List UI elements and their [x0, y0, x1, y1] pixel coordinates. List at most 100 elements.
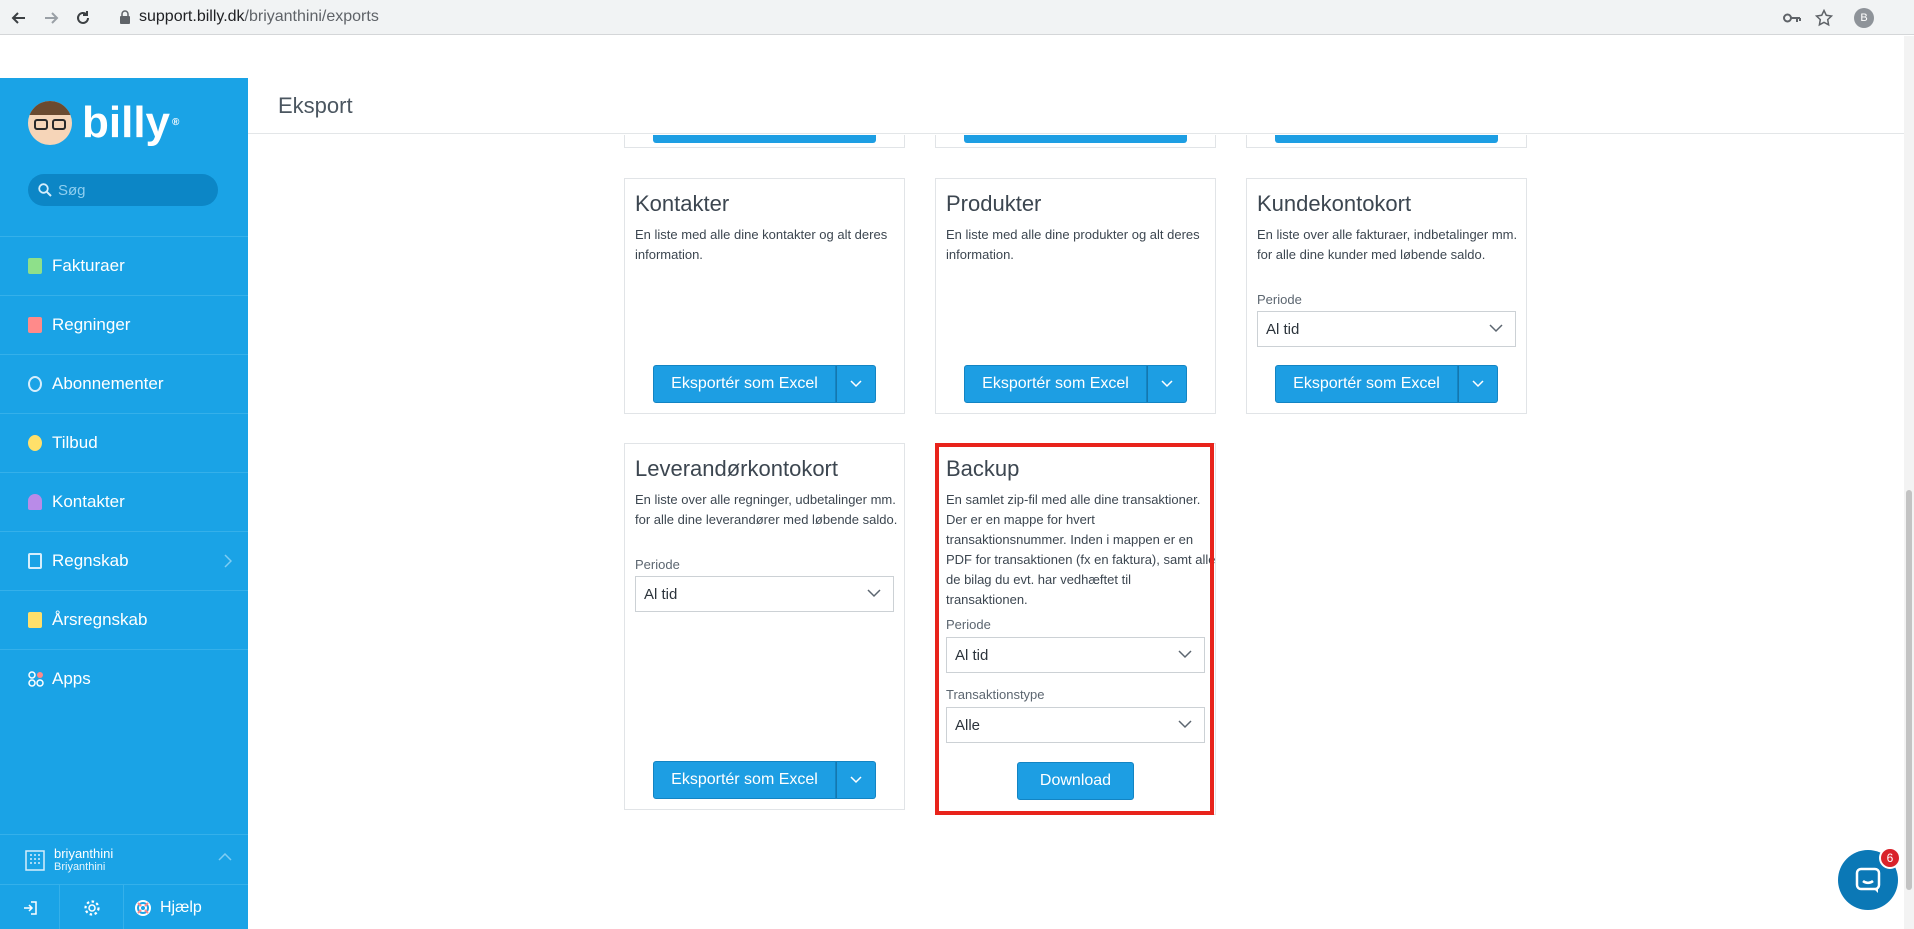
- organization-switcher[interactable]: briyanthini Briyanthini: [0, 834, 248, 884]
- card-produkter: Produkter En liste med alle dine produkt…: [935, 178, 1216, 414]
- url-path: /briyanthini/exports: [244, 8, 379, 25]
- card-kontakter: Kontakter En liste med alle dine kontakt…: [624, 178, 905, 414]
- subscription-icon: [28, 376, 42, 392]
- card-leverandorkontokort: Leverandørkontokort En liste over alle r…: [624, 443, 905, 810]
- logout-icon[interactable]: [0, 885, 60, 929]
- chevron-down-icon: [1161, 380, 1173, 388]
- org-name: briyanthini: [54, 845, 114, 861]
- sidebar-footer: Hjælp: [0, 884, 248, 929]
- sidebar-item-regnskab[interactable]: Regnskab: [0, 531, 248, 590]
- period-value: Al tid: [644, 585, 678, 603]
- export-options-dropdown[interactable]: [1147, 365, 1187, 403]
- chevron-down-icon: [850, 776, 862, 784]
- sidebar-item-label: Tilbud: [52, 433, 98, 452]
- lifebuoy-icon: [135, 899, 151, 916]
- settings-gear-icon[interactable]: [60, 885, 124, 929]
- search-box[interactable]: [28, 174, 218, 206]
- period-select[interactable]: Al tid: [635, 576, 894, 612]
- page-title: Eksport: [278, 93, 353, 118]
- chevron-up-icon: [218, 853, 232, 861]
- reload-icon[interactable]: [72, 7, 94, 29]
- quote-icon: [28, 435, 42, 451]
- export-excel-button[interactable]: Eksportér som Excel: [964, 365, 1147, 403]
- highlight-box: [935, 443, 1214, 815]
- sidebar-item-kontakter[interactable]: Kontakter: [0, 472, 248, 531]
- search-icon: [38, 183, 52, 197]
- export-options-dropdown[interactable]: [1458, 365, 1498, 403]
- help-label: Hjælp: [160, 898, 202, 916]
- bookmark-star-icon[interactable]: [1813, 7, 1835, 29]
- lock-icon: [119, 10, 133, 24]
- chevron-down-icon: [1472, 380, 1484, 388]
- sidebar-item-label: Fakturaer: [52, 256, 125, 275]
- card-kundekontokort: Kundekontokort En liste over alle faktur…: [1246, 178, 1527, 414]
- org-subname: Briyanthini: [54, 860, 106, 873]
- export-excel-button[interactable]: Eksportér som Excel: [1275, 365, 1458, 403]
- sidebar-item-fakturaer[interactable]: Fakturaer: [0, 236, 248, 295]
- sidebar-item-label: Regnskab: [52, 551, 129, 570]
- search-input[interactable]: [58, 181, 208, 199]
- sidebar-item-label: Apps: [52, 669, 91, 688]
- logo-text: billy ®: [82, 98, 180, 147]
- card-description: En liste over alle regninger, udbetaling…: [635, 492, 898, 527]
- card-title: Kundekontokort: [1257, 191, 1412, 216]
- url-host: support.billy.dk: [139, 8, 245, 25]
- sidebar-item-label: Abonnementer: [52, 374, 164, 393]
- export-excel-button-group: Eksportér som Excel: [653, 761, 876, 799]
- scrollbar-thumb[interactable]: [1906, 490, 1912, 890]
- period-label: Periode: [1257, 292, 1302, 307]
- sidebar-item-apps[interactable]: Apps: [0, 649, 248, 708]
- billy-logo[interactable]: billy ®: [28, 98, 179, 148]
- apps-icon: [28, 671, 44, 687]
- export-card-partial: [1246, 135, 1527, 148]
- export-excel-button[interactable]: Eksportér som Excel: [653, 365, 836, 403]
- export-excel-button[interactable]: Eksportér som Excel: [653, 761, 836, 799]
- browser-toolbar: support.billy.dk/briyanthini/exports B: [0, 0, 1914, 35]
- sidebar: billy® Fakturaer Regninger Abonnementer …: [0, 78, 248, 929]
- card-description: En liste med alle dine kontakter og alt …: [635, 227, 888, 262]
- address-bar[interactable]: support.billy.dk/briyanthini/exports: [139, 8, 379, 26]
- card-title: Kontakter: [635, 191, 730, 216]
- accounting-icon: [28, 553, 42, 569]
- sidebar-item-label: Regninger: [52, 315, 131, 334]
- card-description: En liste med alle dine produkter og alt …: [946, 227, 1200, 262]
- chevron-down-icon: [850, 380, 862, 388]
- logo-face-icon: [28, 101, 72, 145]
- export-excel-button-group: Eksportér som Excel: [964, 365, 1187, 403]
- help-button[interactable]: Hjælp: [124, 885, 248, 929]
- card-title: Leverandørkontokort: [635, 456, 838, 481]
- export-options-dropdown[interactable]: [836, 365, 876, 403]
- card-description: En liste over alle fakturaer, indbetalin…: [1257, 227, 1518, 262]
- sidebar-item-label: Årsregnskab: [52, 610, 148, 629]
- export-button-partial[interactable]: [653, 135, 876, 143]
- annual-report-icon: [28, 612, 42, 628]
- page-header: Eksport: [248, 78, 1914, 134]
- key-icon[interactable]: [1781, 7, 1803, 29]
- sidebar-item-tilbud[interactable]: Tilbud: [0, 413, 248, 472]
- export-button-partial[interactable]: [964, 135, 1187, 143]
- export-card-partial: [624, 135, 905, 148]
- sidebar-item-label: Kontakter: [52, 492, 125, 511]
- sidebar-item-regninger[interactable]: Regninger: [0, 295, 248, 354]
- chevron-right-icon: [224, 554, 232, 568]
- building-icon: [25, 849, 45, 871]
- export-card-partial: [935, 135, 1216, 148]
- export-button-partial[interactable]: [1275, 135, 1498, 143]
- contacts-icon: [28, 494, 42, 510]
- period-select[interactable]: Al tid: [1257, 311, 1516, 347]
- invoice-icon: [28, 258, 42, 274]
- chevron-down-icon: [1489, 324, 1503, 333]
- export-excel-button-group: Eksportér som Excel: [653, 365, 876, 403]
- card-title: Produkter: [946, 191, 1042, 216]
- chat-unread-badge: 6: [1879, 847, 1901, 869]
- period-value: Al tid: [1266, 320, 1300, 338]
- period-label: Periode: [635, 557, 680, 572]
- chevron-down-icon: [867, 589, 881, 598]
- sidebar-item-arsregnskab[interactable]: Årsregnskab: [0, 590, 248, 649]
- sidebar-item-abonnementer[interactable]: Abonnementer: [0, 354, 248, 413]
- back-icon[interactable]: [8, 7, 30, 29]
- forward-icon[interactable]: [40, 7, 62, 29]
- profile-avatar[interactable]: B: [1854, 8, 1874, 28]
- export-options-dropdown[interactable]: [836, 761, 876, 799]
- chat-icon: [1855, 867, 1881, 893]
